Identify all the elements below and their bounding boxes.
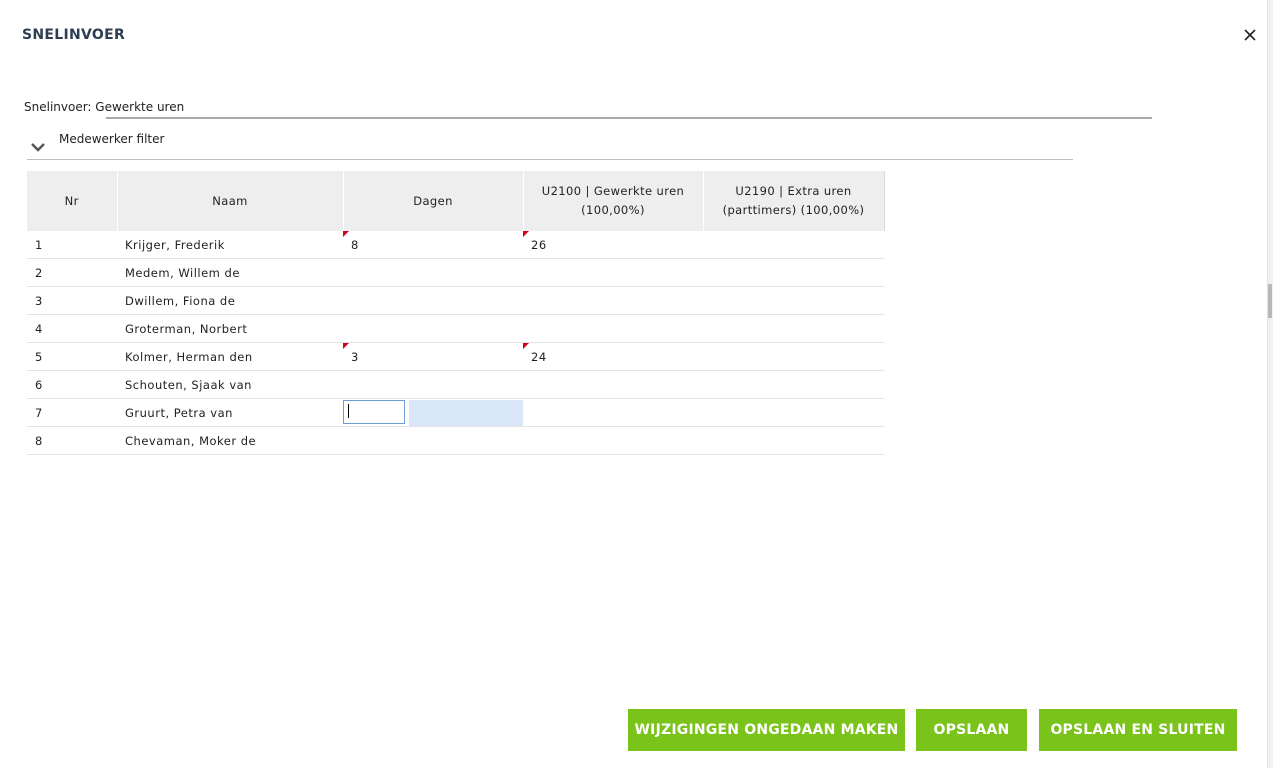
quick-entry-table: Nr Naam Dagen U2100 | Gewerkte uren (100…: [27, 171, 885, 455]
cell-dagen[interactable]: [343, 398, 523, 427]
cell-u2190[interactable]: [703, 342, 884, 371]
text-caret: [348, 404, 349, 418]
table-row: 1 Krijger, Frederik 8 26: [27, 231, 884, 259]
cell-u2100-value: 24: [531, 349, 547, 364]
column-header-u2100-line1: U2100 | Gewerkte uren: [541, 184, 685, 198]
cell-u2190[interactable]: [703, 398, 884, 427]
cell-u2100[interactable]: [523, 314, 703, 343]
cell-u2190[interactable]: [703, 370, 884, 399]
save-button[interactable]: OPSLAAN: [916, 709, 1027, 751]
cell-naam: Medem, Willem de: [117, 258, 343, 287]
change-marker-icon: [343, 343, 349, 349]
cell-u2190[interactable]: [703, 231, 884, 259]
column-header-naam[interactable]: Naam: [117, 171, 344, 231]
close-icon[interactable]: [1240, 25, 1260, 45]
save-and-close-button[interactable]: OPSLAAN EN SLUITEN: [1039, 709, 1237, 751]
column-header-u2190[interactable]: U2190 | Extra uren (parttimers) (100,00%…: [703, 171, 885, 231]
table-row: 4 Groterman, Norbert: [27, 314, 884, 343]
change-marker-icon: [523, 231, 529, 237]
cell-u2190[interactable]: [703, 426, 884, 455]
change-marker-icon: [343, 231, 349, 237]
cell-nr: 1: [27, 231, 117, 259]
table-row: 7 Gruurt, Petra van: [27, 398, 884, 427]
chevron-down-icon[interactable]: [30, 139, 46, 153]
cell-dagen[interactable]: 8: [343, 231, 523, 259]
table-row: 6 Schouten, Sjaak van: [27, 370, 884, 399]
dagen-cell-editor-input[interactable]: [343, 400, 405, 424]
dialog-title: SNELINVOER: [22, 27, 126, 43]
cell-nr: 8: [27, 426, 117, 455]
column-header-nr[interactable]: Nr: [27, 171, 118, 231]
cell-dagen[interactable]: [343, 258, 523, 287]
cell-u2100[interactable]: [523, 258, 703, 287]
column-header-u2190-line2: (parttimers) (100,00%): [722, 203, 865, 217]
cell-naam: Krijger, Frederik: [117, 231, 343, 259]
column-header-u2190-line1: U2190 | Extra uren: [735, 184, 852, 198]
cell-u2190[interactable]: [703, 286, 884, 315]
section-label: Snelinvoer: Gewerkte uren: [24, 100, 185, 114]
cell-nr: 2: [27, 258, 117, 287]
cell-naam: Dwillem, Fiona de: [117, 286, 343, 315]
cell-dagen[interactable]: 3: [343, 342, 523, 371]
cell-u2100[interactable]: 24: [523, 342, 703, 371]
cell-nr: 7: [27, 398, 117, 427]
cell-dagen[interactable]: [343, 426, 523, 455]
table-header-row: Nr Naam Dagen U2100 | Gewerkte uren (100…: [27, 171, 885, 231]
scrollbar-thumb[interactable]: [1268, 284, 1272, 318]
cell-nr: 5: [27, 342, 117, 371]
scrollbar-track[interactable]: [1267, 0, 1273, 768]
cell-nr: 4: [27, 314, 117, 343]
cell-u2190[interactable]: [703, 314, 884, 343]
cell-nr: 3: [27, 286, 117, 315]
cell-selection-highlight: [409, 400, 523, 426]
change-marker-icon: [523, 343, 529, 349]
cell-naam: Chevaman, Moker de: [117, 426, 343, 455]
column-header-u2100[interactable]: U2100 | Gewerkte uren (100,00%): [523, 171, 704, 231]
cell-dagen-value: 8: [351, 237, 359, 252]
cell-u2100[interactable]: [523, 426, 703, 455]
cell-dagen[interactable]: [343, 370, 523, 399]
cell-naam: Kolmer, Herman den: [117, 342, 343, 371]
cell-nr: 6: [27, 370, 117, 399]
column-header-u2100-line2: (100,00%): [581, 203, 645, 217]
cell-u2100[interactable]: [523, 370, 703, 399]
cell-dagen[interactable]: [343, 314, 523, 343]
cell-naam: Schouten, Sjaak van: [117, 370, 343, 399]
undo-changes-button[interactable]: WIJZIGINGEN ONGEDAAN MAKEN: [628, 709, 905, 751]
table-row: 2 Medem, Willem de: [27, 258, 884, 287]
cell-u2100[interactable]: [523, 286, 703, 315]
cell-naam: Gruurt, Petra van: [117, 398, 343, 427]
column-header-dagen[interactable]: Dagen: [343, 171, 524, 231]
table-row: 8 Chevaman, Moker de: [27, 426, 884, 455]
cell-dagen-value: 3: [351, 349, 359, 364]
table-row: 3 Dwillem, Fiona de: [27, 286, 884, 315]
cell-u2100-value: 26: [531, 237, 547, 252]
employee-filter-toggle[interactable]: Medewerker filter: [59, 132, 164, 146]
table-row: 5 Kolmer, Herman den 3 24: [27, 342, 884, 371]
section-divider: [106, 117, 1152, 119]
cell-u2190[interactable]: [703, 258, 884, 287]
cell-dagen[interactable]: [343, 286, 523, 315]
cell-u2100[interactable]: 26: [523, 231, 703, 259]
filter-divider: [27, 159, 1073, 160]
cell-naam: Groterman, Norbert: [117, 314, 343, 343]
cell-u2100[interactable]: [523, 398, 703, 427]
